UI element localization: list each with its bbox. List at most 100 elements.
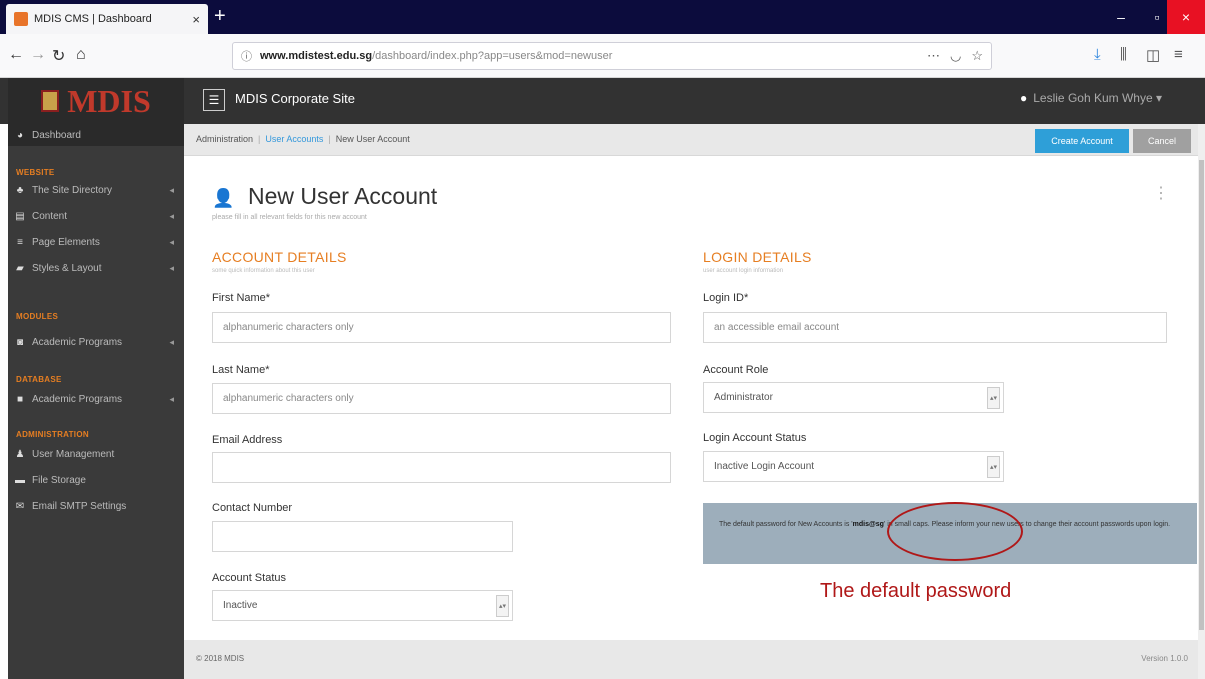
new-tab-button[interactable]: + [214, 5, 226, 27]
create-account-button[interactable]: Create Account [1035, 129, 1129, 153]
folder-icon: ▬ [15, 474, 25, 486]
menu-icon[interactable]: ≡ [1174, 46, 1183, 63]
breadcrumb-user-accounts[interactable]: User Accounts [265, 134, 323, 144]
login-id-field[interactable]: an accessible email account [703, 312, 1167, 343]
logo[interactable]: MDIS [8, 78, 184, 124]
window-close-button[interactable]: × [1167, 0, 1205, 34]
caret-down-icon: ▾ [1152, 91, 1162, 105]
chevron-left-icon: ◂ [169, 336, 174, 347]
sidebar-item-styles-layout[interactable]: ▰ Styles & Layout ◂ [8, 257, 184, 279]
account-details-title: ACCOUNT DETAILS [212, 249, 347, 265]
forward-icon[interactable]: → [30, 46, 46, 64]
contact-number-label: Contact Number [212, 502, 293, 514]
user-menu[interactable]: ● Leslie Goh Kum Whye ▾ [1020, 91, 1162, 105]
account-status-label: Account Status [212, 572, 286, 584]
url-bar[interactable]: ⓘ www.mdistest.edu.sg/dashboard/index.ph… [232, 42, 992, 70]
login-status-value: Inactive Login Account [714, 461, 815, 472]
browser-tab[interactable]: MDIS CMS | Dashboard × [6, 4, 208, 34]
logo-text: MDIS [67, 82, 151, 119]
sidebar-section-database: DATABASE [16, 375, 62, 384]
sidebar: ◕ Dashboard WEBSITE ♣ The Site Directory ◂ … [8, 124, 184, 679]
sidebar-section-modules: MODULES [16, 312, 59, 321]
account-status-select[interactable]: Inactive ▴▾ [212, 590, 513, 621]
login-status-label: Login Account Status [703, 432, 807, 444]
sidebar-item-modules-academic[interactable]: ◙ Academic Programs ◂ [8, 331, 184, 353]
chevron-left-icon: ◂ [169, 393, 174, 404]
library-icon[interactable]: ⫼ [1120, 46, 1127, 63]
chevron-left-icon: ◂ [169, 210, 174, 221]
sidebar-item-database-academic[interactable]: ■ Academic Programs ◂ [8, 388, 184, 410]
sidebar-item-site-directory[interactable]: ♣ The Site Directory ◂ [8, 179, 184, 201]
more-icon[interactable]: ⋯ [927, 48, 940, 64]
download-icon[interactable]: ⤓ [1094, 46, 1101, 63]
home-icon[interactable]: ⌂ [76, 46, 86, 64]
annotation-ellipse [887, 502, 1023, 561]
user-name: Leslie Goh Kum Whye [1033, 91, 1153, 105]
dashboard-icon: ◕ [16, 129, 24, 141]
chevron-left-icon: ◂ [169, 184, 174, 195]
breadcrumb-current: New User Account [335, 134, 410, 144]
bookmark-star-icon[interactable]: ☆ [971, 48, 983, 64]
chevron-left-icon: ◂ [169, 262, 174, 273]
account-role-select[interactable]: Administrator ▴▾ [703, 382, 1004, 413]
user-avatar-icon: ● [1020, 91, 1028, 105]
last-name-label: Last Name* [212, 364, 270, 376]
envelope-icon: ✉ [15, 500, 25, 512]
site-name: MDIS Corporate Site [235, 91, 355, 106]
reload-icon[interactable]: ↻ [52, 46, 65, 66]
users-icon: ♟ [15, 448, 25, 460]
chevron-left-icon: ◂ [169, 236, 174, 247]
info-icon[interactable]: ⓘ [241, 48, 252, 64]
sidebar-item-page-elements[interactable]: ≡ Page Elements ◂ [8, 231, 184, 253]
login-details-title: LOGIN DETAILS [703, 249, 812, 265]
list-icon: ≡ [17, 236, 23, 248]
sidebar-item-dashboard[interactable]: ◕ Dashboard [8, 124, 184, 146]
account-role-label: Account Role [703, 364, 769, 376]
breadcrumb: Administration | User Accounts | New User Ac… [196, 134, 410, 144]
email-field[interactable] [212, 452, 671, 483]
tab-close-button[interactable]: × [192, 12, 200, 27]
book-icon: ■ [16, 393, 24, 405]
tab-title: MDIS CMS | Dashboard [34, 13, 152, 25]
first-name-label: First Name* [212, 292, 271, 304]
login-status-select[interactable]: Inactive Login Account ▴▾ [703, 451, 1004, 482]
page-title: New User Account [248, 183, 438, 209]
content-icon: ▤ [15, 210, 25, 222]
last-name-field[interactable]: alphanumeric characters only [212, 383, 671, 414]
image-icon: ▰ [16, 262, 24, 274]
crest-icon [41, 90, 60, 112]
browser-toolbar: ← → ↻ ⌂ ⓘ www.mdistest.edu.sg/dashboard/… [0, 34, 1205, 78]
account-details-subtitle: some quick information about this user [212, 268, 315, 274]
scrollbar-thumb[interactable] [1199, 160, 1204, 630]
page-scrollbar[interactable] [1198, 124, 1205, 679]
breadcrumb-administration[interactable]: Administration [196, 134, 253, 144]
copyright: © 2018 MDIS [196, 654, 245, 663]
favicon-icon [14, 12, 28, 26]
first-name-field[interactable]: alphanumeric characters only [212, 312, 671, 343]
account-status-value: Inactive [223, 600, 258, 611]
url-text: www.mdistest.edu.sg/dashboard/index.php?… [260, 50, 613, 62]
login-id-label: Login ID* [703, 292, 749, 304]
contact-number-field[interactable] [212, 521, 513, 552]
add-user-icon: 👤 [212, 188, 235, 208]
sidebar-item-content[interactable]: ▤ Content ◂ [8, 205, 184, 227]
back-icon[interactable]: ← [8, 46, 24, 64]
sidebar-item-user-management[interactable]: ♟ User Management [8, 443, 184, 465]
sidebar-section-administration: ADMINISTRATION [16, 430, 89, 439]
login-details-subtitle: user account login information [703, 268, 784, 274]
comments-icon: ◙ [16, 336, 24, 348]
footer: © 2018 MDIS Version 1.0.0 [184, 640, 1198, 679]
kebab-menu-icon[interactable]: ⋮ [1153, 183, 1169, 203]
select-arrow-icon: ▴▾ [987, 387, 1000, 409]
hamburger-menu-button[interactable]: ☰ [203, 89, 225, 111]
sidebar-icon[interactable]: ◫ [1146, 46, 1160, 64]
page-subtitle: please fill in all relevant fields for t… [212, 214, 367, 221]
sidebar-item-email-smtp[interactable]: ✉ Email SMTP Settings [8, 495, 184, 517]
cancel-button[interactable]: Cancel [1133, 129, 1191, 153]
annotation-text: The default password [820, 580, 1012, 602]
pocket-icon[interactable]: ◡ [950, 48, 961, 64]
default-password-value: mdis@sg [852, 521, 884, 528]
email-label: Email Address [212, 434, 283, 446]
select-arrow-icon: ▴▾ [496, 595, 509, 617]
sidebar-item-file-storage[interactable]: ▬ File Storage [8, 469, 184, 491]
